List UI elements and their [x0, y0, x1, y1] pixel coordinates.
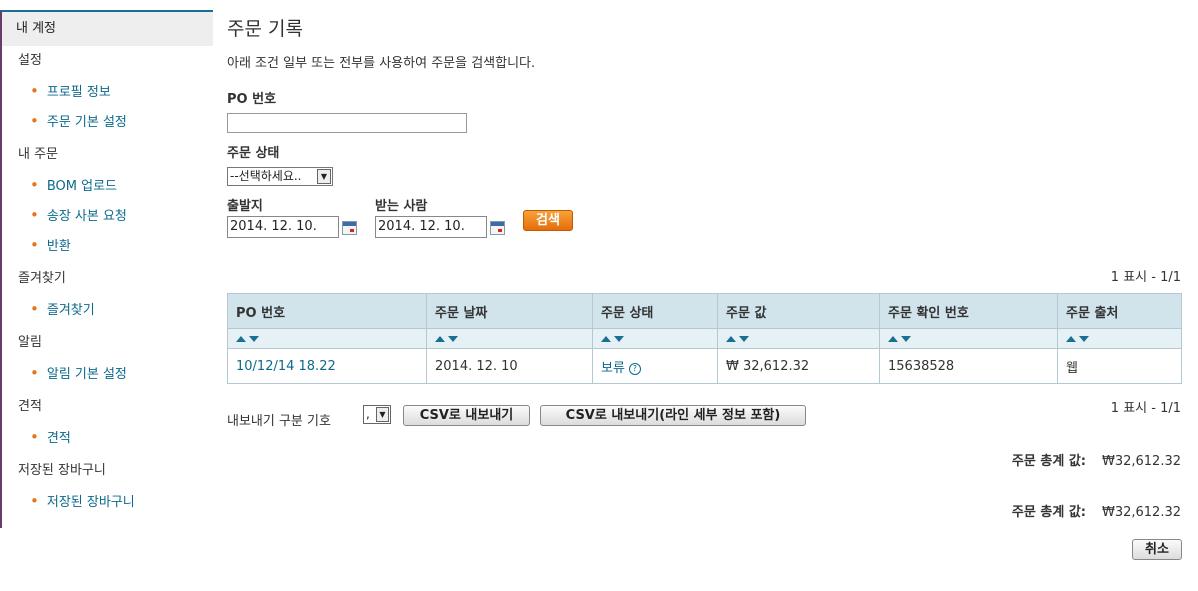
sidebar-item-alert-preferences[interactable]: • 알림 기본 설정 [2, 358, 213, 388]
cell-date: 2014. 12. 10 [426, 348, 593, 384]
to-date-input[interactable]: 2014. 12. 10. [375, 216, 487, 238]
bullet-icon: • [30, 82, 39, 100]
sort-descending-icon[interactable] [901, 336, 911, 342]
sort-ascending-icon[interactable] [888, 336, 898, 342]
order-total-1: 주문 총계 값: ₩32,612.32 [1012, 450, 1181, 469]
table-row: 10/12/14 18.22 2014. 12. 10 보류? ₩ 32,612… [227, 348, 1182, 384]
bullet-icon: • [30, 236, 39, 254]
order-status-selected: --선택하세요.. [230, 169, 302, 183]
sort-descending-icon[interactable] [1079, 336, 1089, 342]
bullet-icon: • [30, 176, 39, 194]
from-date-input[interactable]: 2014. 12. 10. [227, 216, 339, 238]
search-button[interactable]: 검색 [523, 210, 573, 231]
sort-ascending-icon[interactable] [726, 336, 736, 342]
column-header-date: 주문 날짜 [426, 293, 593, 329]
column-header-confirm: 주문 확인 번호 [879, 293, 1058, 329]
column-header-po: PO 번호 [227, 293, 427, 329]
export-delimiter-label: 내보내기 구분 기호 [227, 414, 331, 429]
sidebar-item-returns[interactable]: • 반환 [2, 230, 213, 260]
result-count-top: 1 표시 - 1/1 [1110, 270, 1181, 285]
page-title: 주문 기록 [227, 18, 303, 40]
sort-descending-icon[interactable] [614, 336, 624, 342]
export-csv-button[interactable]: CSV로 내보내기 [403, 405, 530, 426]
column-header-status: 주문 상태 [592, 293, 718, 329]
cancel-button[interactable]: 취소 [1132, 539, 1182, 560]
table-header-row: PO 번호 주문 날짜 주문 상태 주문 값 주문 확인 번호 주문 출처 [227, 293, 1182, 329]
sort-ascending-icon[interactable] [601, 336, 611, 342]
bullet-icon: • [30, 300, 39, 318]
sort-controls [227, 328, 427, 349]
order-total-label: 주문 총계 값: [1011, 454, 1086, 469]
cell-po: 10/12/14 18.22 [227, 348, 427, 384]
bullet-icon: • [30, 492, 39, 510]
sidebar-section-saved-carts: 저장된 장바구니 [18, 463, 106, 478]
help-icon[interactable]: ? [628, 362, 641, 375]
sort-controls [717, 328, 880, 349]
order-status-select[interactable]: --선택하세요.. ▼ [227, 167, 333, 186]
bullet-icon: • [30, 206, 39, 224]
sort-row [227, 328, 1182, 349]
sidebar: 내 계정 설정 • 프로필 정보 • 주문 기본 설정 내 주문 • BOM 업로드 … [0, 10, 213, 528]
bullet-icon: • [30, 364, 39, 382]
sidebar-section-favorites: 즐겨찾기 [18, 271, 66, 286]
sort-descending-icon[interactable] [448, 336, 458, 342]
status-link[interactable]: 보류 [601, 361, 625, 376]
order-status-label: 주문 상태 [227, 146, 280, 161]
cell-source: 웹 [1057, 348, 1182, 384]
order-total-2: 주문 총계 값: ₩32,612.32 [1012, 501, 1181, 520]
sort-controls [1057, 328, 1182, 349]
export-delimiter-value: , [366, 407, 370, 421]
sidebar-section-alerts: 알림 [18, 335, 42, 350]
sidebar-section-quotes: 견적 [18, 399, 42, 414]
po-number-input[interactable] [227, 113, 467, 133]
sidebar-item-favorites[interactable]: • 즐겨찾기 [2, 294, 213, 324]
sidebar-item-bom-upload[interactable]: • BOM 업로드 [2, 170, 213, 200]
calendar-icon[interactable] [342, 221, 357, 235]
sidebar-section-my-orders: 내 주문 [18, 147, 59, 162]
sort-descending-icon[interactable] [739, 336, 749, 342]
export-csv-detail-button[interactable]: CSV로 내보내기(라인 세부 정보 포함) [540, 405, 806, 426]
sort-ascending-icon[interactable] [1066, 336, 1076, 342]
po-link[interactable]: 10/12/14 18.22 [236, 359, 336, 374]
sidebar-item-invoice-copy[interactable]: • 송장 사본 요청 [2, 200, 213, 230]
orders-table: PO 번호 주문 날짜 주문 상태 주문 값 주문 확인 번호 주문 출처 10… [227, 293, 1182, 384]
sort-controls [879, 328, 1058, 349]
sidebar-item-order-preferences[interactable]: • 주문 기본 설정 [2, 106, 213, 136]
sidebar-item-saved-carts[interactable]: • 저장된 장바구니 [2, 486, 213, 516]
from-date-label: 출발지 [227, 199, 263, 214]
column-header-source: 주문 출처 [1057, 293, 1182, 329]
sort-controls [592, 328, 718, 349]
sort-ascending-icon[interactable] [236, 336, 246, 342]
order-total-value: ₩32,612.32 [1101, 505, 1181, 520]
cell-confirm: 15638528 [879, 348, 1058, 384]
cell-status: 보류? [592, 348, 718, 384]
to-date-label: 받는 사람 [375, 199, 428, 214]
page-description: 아래 조건 일부 또는 전부를 사용하여 주문을 검색합니다. [227, 56, 536, 71]
sidebar-header: 내 계정 [2, 12, 213, 46]
cell-value: ₩ 32,612.32 [717, 348, 880, 384]
result-count-bottom: 1 표시 - 1/1 [1110, 401, 1181, 416]
sort-controls [426, 328, 593, 349]
column-header-value: 주문 값 [717, 293, 880, 329]
calendar-icon[interactable] [490, 221, 505, 235]
order-total-label: 주문 총계 값: [1011, 505, 1086, 520]
bullet-icon: • [30, 428, 39, 446]
po-label: PO 번호 [227, 92, 277, 107]
order-total-value: ₩32,612.32 [1101, 454, 1181, 469]
sidebar-section-settings: 설정 [18, 53, 42, 68]
export-delimiter-select[interactable]: , ▼ [363, 405, 391, 424]
sort-descending-icon[interactable] [249, 336, 259, 342]
sidebar-item-quotes[interactable]: • 견적 [2, 422, 213, 452]
sidebar-item-profile[interactable]: • 프로필 정보 [2, 76, 213, 106]
chevron-down-icon: ▼ [376, 407, 389, 422]
sort-ascending-icon[interactable] [435, 336, 445, 342]
chevron-down-icon: ▼ [317, 169, 331, 184]
bullet-icon: • [30, 112, 39, 130]
